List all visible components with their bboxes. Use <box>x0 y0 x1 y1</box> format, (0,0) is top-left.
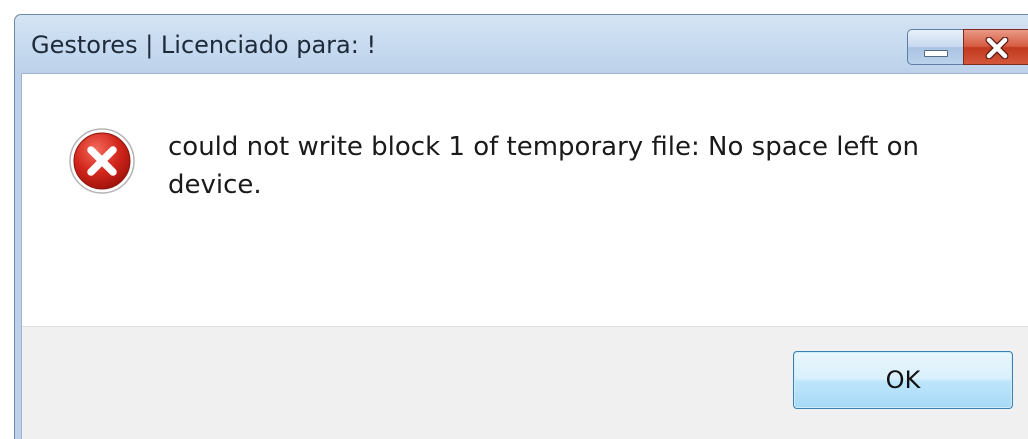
minimize-button[interactable] <box>907 29 963 65</box>
close-icon <box>985 37 1009 59</box>
message-area: could not write block 1 of temporary fil… <box>22 74 1028 326</box>
button-bar: OK <box>22 326 1028 439</box>
minimize-icon <box>924 50 948 57</box>
window-title: Gestores | Licenciado para: ! <box>31 31 377 59</box>
dialog-body: could not write block 1 of temporary fil… <box>21 73 1028 439</box>
close-button[interactable] <box>963 29 1028 65</box>
error-icon <box>69 128 135 194</box>
title-bar[interactable]: Gestores | Licenciado para: ! <box>15 15 1028 73</box>
error-message: could not write block 1 of temporary fil… <box>168 132 919 200</box>
ok-button[interactable]: OK <box>793 351 1013 409</box>
dialog-window: Gestores | Licenciado para: ! could not … <box>14 14 1028 439</box>
